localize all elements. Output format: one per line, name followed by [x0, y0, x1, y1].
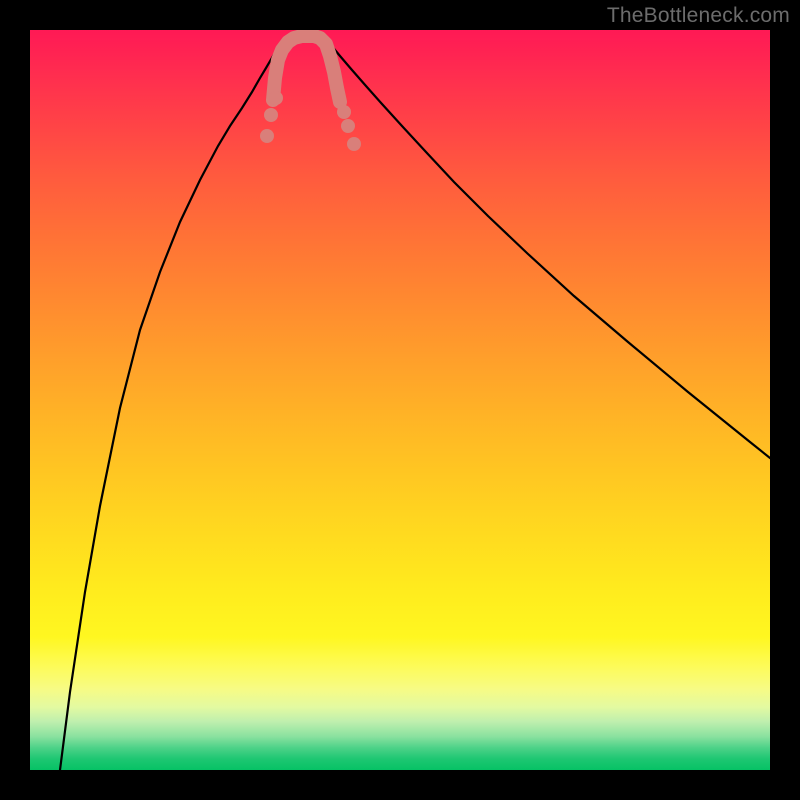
- marker-dots-left: [260, 91, 283, 143]
- plot-area: [30, 30, 770, 770]
- marker-dot: [341, 119, 355, 133]
- marker-dot: [260, 129, 274, 143]
- marker-dot: [264, 108, 278, 122]
- marker-dot: [269, 91, 283, 105]
- marker-dot: [347, 137, 361, 151]
- chart-frame: TheBottleneck.com: [0, 0, 800, 800]
- watermark: TheBottleneck.com: [607, 4, 790, 28]
- curve-left: [60, 44, 280, 770]
- chart-svg: [30, 30, 770, 770]
- marker-dot: [337, 105, 351, 119]
- curve-right: [330, 44, 770, 458]
- marker-dots-right: [337, 105, 361, 151]
- valley-marker: [273, 36, 340, 102]
